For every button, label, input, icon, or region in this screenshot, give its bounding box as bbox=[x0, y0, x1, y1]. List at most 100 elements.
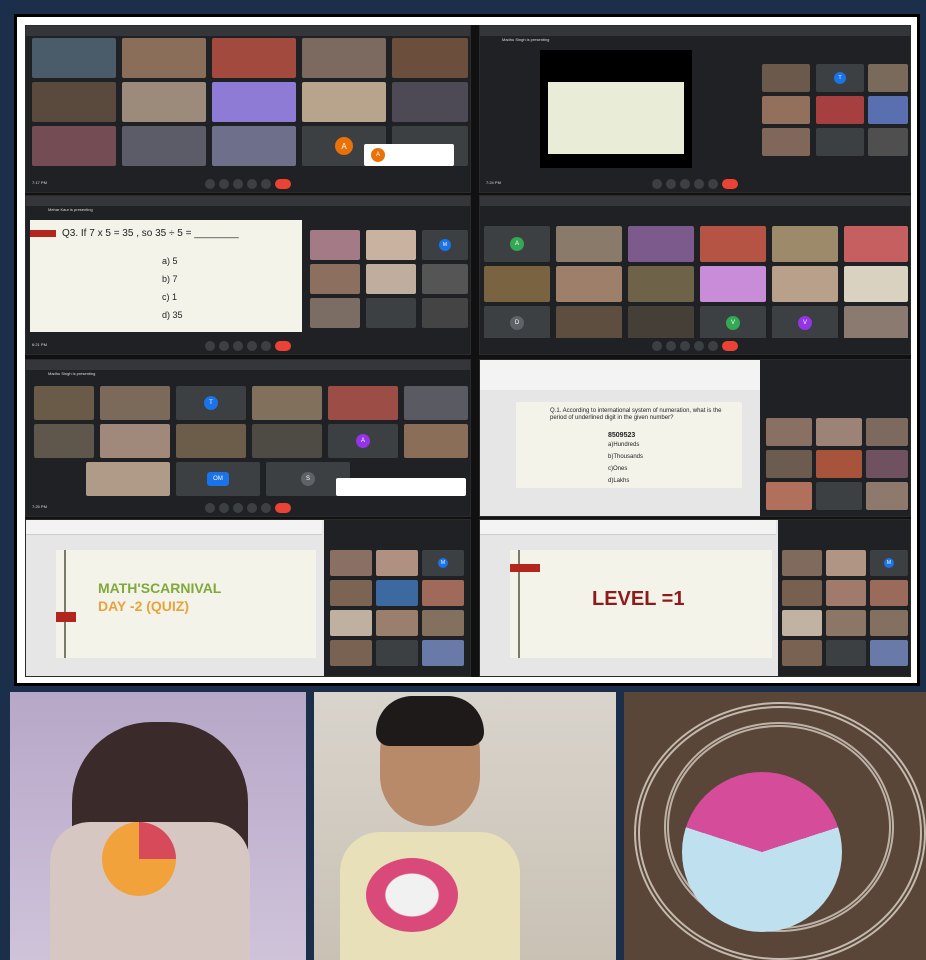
present-button[interactable] bbox=[247, 179, 257, 189]
participant-tile[interactable] bbox=[866, 450, 908, 478]
participant-tile[interactable] bbox=[34, 386, 94, 420]
participant-tile[interactable] bbox=[366, 230, 416, 260]
camera-button[interactable] bbox=[219, 503, 229, 513]
mic-button[interactable] bbox=[652, 341, 662, 351]
participant-tile[interactable] bbox=[330, 580, 372, 606]
participant-tile[interactable] bbox=[870, 610, 908, 636]
captions-button[interactable] bbox=[233, 179, 243, 189]
participant-tile[interactable] bbox=[772, 226, 838, 262]
participant-tile[interactable] bbox=[628, 306, 694, 340]
participant-tile[interactable]: M bbox=[422, 550, 464, 576]
mic-button[interactable] bbox=[652, 179, 662, 189]
captions-button[interactable] bbox=[680, 179, 690, 189]
participant-tile[interactable] bbox=[302, 82, 386, 122]
participant-tile[interactable]: T bbox=[176, 386, 246, 420]
participant-tile[interactable]: D bbox=[484, 306, 550, 340]
camera-button[interactable] bbox=[219, 341, 229, 351]
participant-tile[interactable]: A bbox=[484, 226, 550, 262]
participant-tile[interactable] bbox=[122, 82, 206, 122]
participant-tile[interactable] bbox=[766, 482, 812, 510]
participant-tile[interactable] bbox=[866, 418, 908, 446]
participant-tile[interactable] bbox=[868, 96, 908, 124]
participant-tile[interactable] bbox=[310, 230, 360, 260]
participant-tile[interactable] bbox=[816, 418, 862, 446]
participant-tile[interactable] bbox=[422, 298, 468, 328]
participant-tile[interactable] bbox=[826, 580, 866, 606]
participant-tile[interactable] bbox=[762, 64, 810, 92]
present-button[interactable] bbox=[247, 503, 257, 513]
participant-tile[interactable] bbox=[330, 550, 372, 576]
participant-tile[interactable] bbox=[826, 610, 866, 636]
participant-tile[interactable] bbox=[782, 610, 822, 636]
participant-tile[interactable]: A bbox=[364, 144, 454, 166]
participant-tile[interactable] bbox=[404, 424, 468, 458]
participant-tile[interactable] bbox=[766, 418, 812, 446]
participant-tile[interactable] bbox=[310, 298, 360, 328]
participant-tile[interactable] bbox=[628, 266, 694, 302]
leave-call-button[interactable] bbox=[275, 503, 291, 513]
present-button[interactable] bbox=[694, 179, 704, 189]
participant-tile[interactable] bbox=[252, 424, 322, 458]
participant-tile[interactable] bbox=[556, 266, 622, 302]
participant-tile[interactable] bbox=[366, 264, 416, 294]
participant-tile[interactable] bbox=[766, 450, 812, 478]
more-button[interactable] bbox=[261, 179, 271, 189]
participant-tile[interactable] bbox=[100, 424, 170, 458]
camera-button[interactable] bbox=[219, 179, 229, 189]
mic-button[interactable] bbox=[205, 179, 215, 189]
participant-tile[interactable] bbox=[376, 580, 418, 606]
participant-tile[interactable] bbox=[844, 306, 908, 340]
participant-tile[interactable] bbox=[122, 126, 206, 166]
participant-tile[interactable]: V bbox=[700, 306, 766, 340]
participant-tile[interactable] bbox=[212, 126, 296, 166]
participant-tile[interactable] bbox=[392, 38, 468, 78]
participant-tile[interactable] bbox=[782, 550, 822, 576]
leave-call-button[interactable] bbox=[275, 341, 291, 351]
participant-tile[interactable] bbox=[422, 264, 468, 294]
participant-tile[interactable]: A bbox=[328, 424, 398, 458]
more-button[interactable] bbox=[708, 341, 718, 351]
participant-tile[interactable] bbox=[772, 266, 838, 302]
camera-button[interactable] bbox=[666, 341, 676, 351]
camera-button[interactable] bbox=[666, 179, 676, 189]
participant-tile[interactable] bbox=[556, 226, 622, 262]
participant-tile[interactable] bbox=[870, 640, 908, 666]
captions-button[interactable] bbox=[680, 341, 690, 351]
participant-tile[interactable] bbox=[404, 386, 468, 420]
participant-tile[interactable] bbox=[484, 266, 550, 302]
participant-tile[interactable] bbox=[816, 96, 864, 124]
participant-tile[interactable] bbox=[816, 128, 864, 156]
participant-tile[interactable] bbox=[32, 38, 116, 78]
captions-button[interactable] bbox=[233, 503, 243, 513]
participant-tile[interactable]: M bbox=[422, 230, 468, 260]
participant-tile[interactable] bbox=[556, 306, 622, 340]
participant-tile[interactable] bbox=[376, 640, 418, 666]
participant-tile[interactable]: OM bbox=[176, 462, 260, 496]
captions-button[interactable] bbox=[233, 341, 243, 351]
participant-tile[interactable] bbox=[86, 462, 170, 496]
participant-tile[interactable] bbox=[34, 424, 94, 458]
mic-button[interactable] bbox=[205, 503, 215, 513]
participant-tile[interactable] bbox=[422, 580, 464, 606]
more-button[interactable] bbox=[708, 179, 718, 189]
participant-tile[interactable] bbox=[816, 450, 862, 478]
participant-tile[interactable] bbox=[700, 226, 766, 262]
participant-tile[interactable] bbox=[392, 82, 468, 122]
participant-tile[interactable] bbox=[826, 640, 866, 666]
participant-tile[interactable] bbox=[330, 640, 372, 666]
participant-tile[interactable] bbox=[376, 550, 418, 576]
participant-tile[interactable] bbox=[844, 266, 908, 302]
participant-tile[interactable] bbox=[700, 266, 766, 302]
participant-tile[interactable] bbox=[330, 610, 372, 636]
leave-call-button[interactable] bbox=[722, 341, 738, 351]
participant-tile[interactable] bbox=[32, 82, 116, 122]
participant-tile[interactable]: M bbox=[870, 550, 908, 576]
participant-tile[interactable] bbox=[100, 386, 170, 420]
notification-toast[interactable] bbox=[336, 478, 466, 496]
participant-tile[interactable] bbox=[868, 64, 908, 92]
participant-tile[interactable] bbox=[826, 550, 866, 576]
participant-tile[interactable]: V bbox=[772, 306, 838, 340]
participant-tile[interactable] bbox=[328, 386, 398, 420]
participant-tile[interactable] bbox=[376, 610, 418, 636]
participant-tile[interactable] bbox=[762, 96, 810, 124]
